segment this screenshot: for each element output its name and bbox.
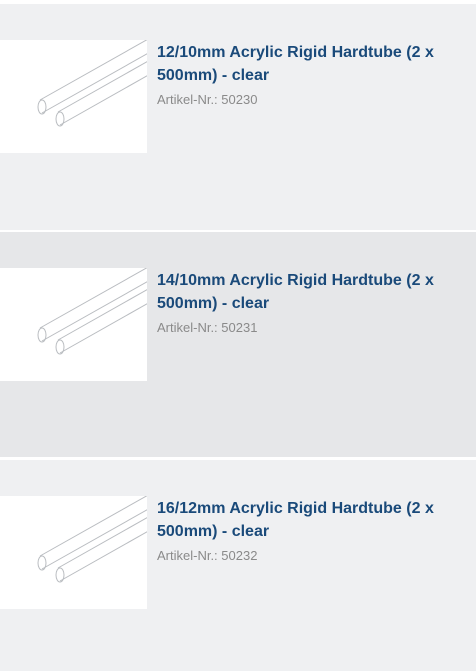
product-sku: Artikel-Nr.: 50232 [157, 548, 258, 563]
product-title-link[interactable]: 12/10mm Acrylic Rigid Hardtube (2 x 500m… [157, 41, 467, 87]
product-title-link[interactable]: 14/10mm Acrylic Rigid Hardtube (2 x 500m… [157, 269, 467, 315]
product-title-link[interactable]: 16/12mm Acrylic Rigid Hardtube (2 x 500m… [157, 497, 467, 543]
acrylic-tubes-image [37, 40, 147, 127]
product-image[interactable] [0, 40, 147, 153]
product-sku: Artikel-Nr.: 50231 [157, 320, 258, 335]
product-row[interactable]: 12/10mm Acrylic Rigid Hardtube (2 x 500m… [0, 4, 476, 230]
product-row[interactable]: 14/10mm Acrylic Rigid Hardtube (2 x 500m… [0, 232, 476, 457]
acrylic-tubes-image [37, 496, 147, 583]
product-image[interactable] [0, 496, 147, 609]
product-list: 12/10mm Acrylic Rigid Hardtube (2 x 500m… [0, 0, 476, 671]
product-sku: Artikel-Nr.: 50230 [157, 92, 258, 107]
acrylic-tubes-image [37, 268, 147, 355]
product-image[interactable] [0, 268, 147, 381]
product-row[interactable]: 16/12mm Acrylic Rigid Hardtube (2 x 500m… [0, 460, 476, 671]
